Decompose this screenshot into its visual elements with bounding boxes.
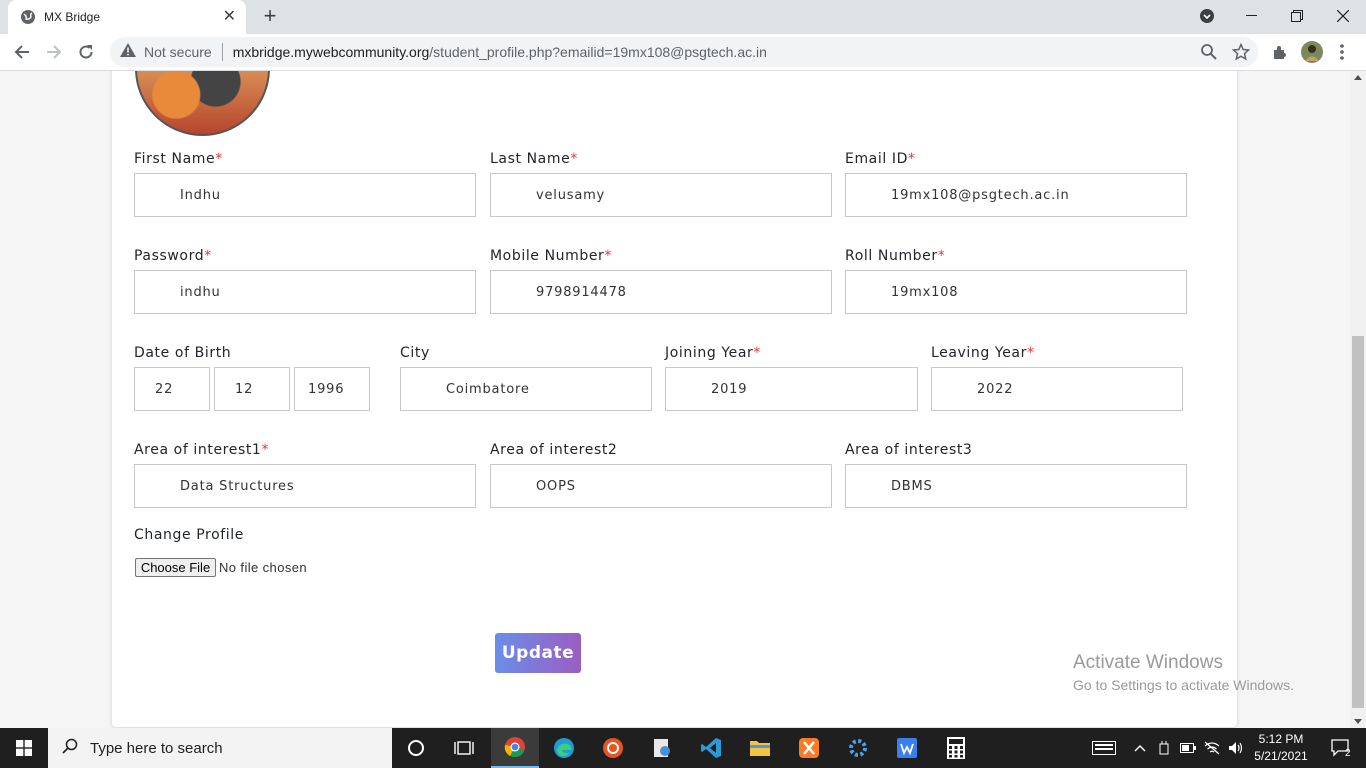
browser-tab[interactable]: MX Bridge ✕	[8, 0, 246, 34]
interest2-label: Area of interest2	[490, 442, 618, 458]
clock-date: 5/21/2021	[1254, 749, 1308, 763]
profile-avatar[interactable]	[1300, 40, 1324, 64]
city-input[interactable]: Coimbatore	[400, 367, 652, 411]
address-separator	[221, 43, 223, 61]
cortana-icon[interactable]	[392, 728, 440, 768]
scroll-down-arrow-icon[interactable]	[1354, 719, 1362, 724]
zoom-icon[interactable]	[1200, 43, 1218, 61]
last-name-label: Last Name*	[490, 151, 578, 167]
roll-number-input[interactable]: 19mx108	[845, 270, 1187, 314]
new-tab-button[interactable]: +	[258, 5, 282, 29]
battery-icon[interactable]	[1176, 728, 1200, 768]
url-host: mxbridge.mywebcommunity.org	[232, 44, 430, 60]
file-status: No file chosen	[219, 560, 307, 575]
file-settings-taskbar-icon[interactable]	[638, 728, 686, 768]
chevron-up-icon[interactable]	[1128, 728, 1152, 768]
warning-icon[interactable]	[120, 42, 136, 62]
joining-year-input[interactable]: 2019	[665, 367, 918, 411]
interest3-input[interactable]: DBMS	[845, 464, 1187, 508]
page-scrollbar[interactable]	[1350, 71, 1366, 728]
city-label: City	[400, 345, 430, 361]
keyboard-icon[interactable]	[1080, 728, 1128, 768]
password-input[interactable]: indhu	[134, 270, 476, 314]
reload-icon[interactable]	[74, 40, 98, 64]
vscode-taskbar-icon[interactable]	[687, 728, 735, 768]
profile-card: First Name* Indhu Last Name* velusamy Em…	[112, 71, 1237, 727]
update-button[interactable]: Update	[495, 633, 581, 673]
bookmark-star-icon[interactable]	[1231, 42, 1251, 61]
browser-menu-icon[interactable]	[1330, 40, 1354, 64]
activate-windows-subtitle: Go to Settings to activate Windows.	[1073, 677, 1294, 693]
scroll-thumb[interactable]	[1352, 336, 1364, 708]
clock-time: 5:12 PM	[1258, 732, 1304, 746]
network-device-icon[interactable]	[1152, 728, 1176, 768]
activate-windows-title: Activate Windows	[1073, 652, 1223, 673]
notifications-icon[interactable]: 2	[1318, 728, 1366, 768]
dob-day-input[interactable]: 22	[134, 367, 210, 411]
address-bar[interactable]: Not secure mxbridge.mywebcommunity.org /…	[110, 37, 1258, 67]
dob-label: Date of Birth	[134, 345, 232, 361]
email-label: Email ID*	[845, 151, 916, 167]
dob-year-input[interactable]: 1996	[294, 367, 370, 411]
choose-file-button[interactable]: Choose File	[135, 558, 216, 577]
profile-photo	[135, 71, 270, 136]
file-explorer-taskbar-icon[interactable]	[736, 728, 784, 768]
back-arrow-icon[interactable]	[10, 40, 34, 64]
tab-close-icon[interactable]: ✕	[223, 9, 236, 25]
first-name-input[interactable]: Indhu	[134, 173, 476, 217]
windows-taskbar: Type here to search 5:12 PM 5/21/2021 2	[0, 728, 1366, 768]
search-placeholder: Type here to search	[90, 739, 223, 757]
leaving-year-input[interactable]: 2022	[931, 367, 1183, 411]
mobile-label: Mobile Number*	[490, 248, 613, 264]
last-name-input[interactable]: velusamy	[490, 173, 832, 217]
url-path: /student_profile.php?emailid=19mx108@psg…	[429, 44, 767, 60]
windows-start-icon[interactable]	[0, 728, 48, 768]
tab-search-icon[interactable]	[1184, 0, 1230, 32]
forward-arrow-icon[interactable]	[42, 40, 66, 64]
extensions-icon[interactable]	[1268, 40, 1292, 64]
change-profile-label: Change Profile	[134, 527, 244, 543]
edge-taskbar-icon[interactable]	[540, 728, 588, 768]
task-view-icon[interactable]	[440, 728, 488, 768]
interest2-input[interactable]: OOPS	[490, 464, 832, 508]
interest1-input[interactable]: Data Structures	[134, 464, 476, 508]
search-icon	[62, 738, 78, 759]
chrome-taskbar-icon[interactable]	[491, 728, 539, 768]
email-input[interactable]: 19mx108@psgtech.ac.in	[845, 173, 1187, 217]
tab-title: MX Bridge	[44, 10, 101, 24]
scroll-up-arrow-icon[interactable]	[1354, 75, 1362, 80]
calculator-taskbar-icon[interactable]	[932, 728, 980, 768]
ubuntu-taskbar-icon[interactable]	[589, 728, 637, 768]
mobile-input[interactable]: 9798914478	[490, 270, 832, 314]
wifi-off-icon[interactable]	[1200, 728, 1224, 768]
restore-button[interactable]	[1274, 0, 1320, 32]
first-name-label: First Name*	[134, 151, 223, 167]
leaving-year-label: Leaving Year*	[931, 345, 1035, 361]
interest3-label: Area of interest3	[845, 442, 973, 458]
word-taskbar-icon[interactable]	[883, 728, 931, 768]
security-label: Not secure	[144, 44, 212, 60]
notification-count: 2	[1345, 748, 1351, 757]
password-label: Password*	[134, 248, 212, 264]
browser-toolbar: Not secure mxbridge.mywebcommunity.org /…	[0, 34, 1366, 71]
xampp-taskbar-icon[interactable]	[785, 728, 833, 768]
taskbar-search[interactable]: Type here to search	[48, 728, 392, 768]
dob-month-input[interactable]: 12	[214, 367, 290, 411]
roll-number-label: Roll Number*	[845, 248, 946, 264]
interest1-label: Area of interest1*	[134, 442, 270, 458]
minimize-button[interactable]	[1228, 0, 1274, 32]
clock[interactable]: 5:12 PM 5/21/2021	[1244, 731, 1318, 765]
page-viewport: First Name* Indhu Last Name* velusamy Em…	[0, 71, 1350, 728]
tab-strip: MX Bridge ✕ +	[0, 0, 1366, 34]
close-window-button[interactable]	[1320, 0, 1366, 32]
settings-gear-taskbar-icon[interactable]	[834, 728, 882, 768]
joining-year-label: Joining Year*	[665, 345, 762, 361]
globe-icon	[20, 9, 36, 25]
